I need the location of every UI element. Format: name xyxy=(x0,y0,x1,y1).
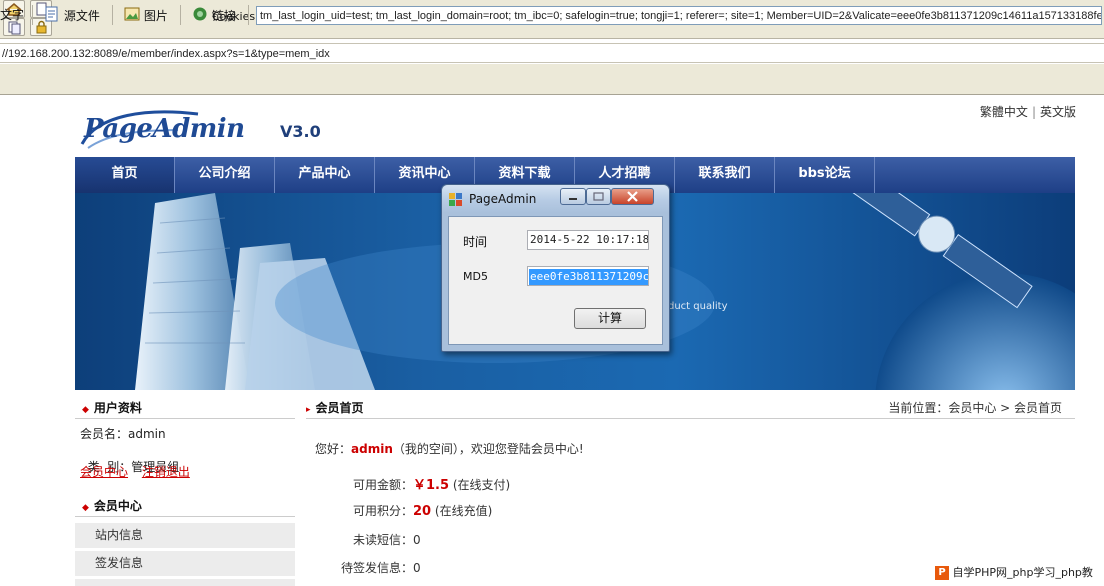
welcome-message: 您好：admin（我的空间），欢迎您登陆会员中心! xyxy=(315,440,584,457)
points-label: 可用积分： xyxy=(352,504,413,518)
english-link[interactable]: 英文版 xyxy=(1040,105,1076,119)
watermark-logo-icon: P xyxy=(935,566,949,580)
sidebar-links: 会员中心 注销退出 xyxy=(80,463,190,480)
time-field[interactable]: 2014-5-22 10:17:18 xyxy=(527,230,649,250)
profile-title-text: 用户资料 xyxy=(93,401,142,415)
online-pay-link[interactable]: (在线支付) xyxy=(453,478,510,492)
pageadmin-dialog: PageAdmin 时间 2014-5-22 10:17:18 MD5 eee0… xyxy=(441,184,670,352)
username-row: 会员名：admin xyxy=(80,425,166,442)
watermark-text: 自学PHP网_php学习_php教 xyxy=(952,566,1093,579)
toolbar-source-label: 源文件 xyxy=(63,9,100,23)
link-icon xyxy=(192,6,208,27)
breadcrumb: 当前位置：会员中心 > 会员首页 xyxy=(888,401,1062,415)
banner-text: duct quality xyxy=(668,301,728,312)
toolbar-text-label: 文字 xyxy=(0,8,25,22)
toolbar-link-label: 链接 xyxy=(211,9,236,23)
welcome-suffix: （我的空间），欢迎您登陆会员中心! xyxy=(392,442,584,456)
toolbar-separator xyxy=(112,5,113,25)
points-value: 20 xyxy=(413,504,432,519)
calculate-button[interactable]: 计算 xyxy=(574,308,646,329)
site-watermark: P 自学PHP网_php学习_php教 xyxy=(935,564,1093,582)
content-section-title: ▸ 会员首页 xyxy=(306,399,364,416)
username-label: 会员名： xyxy=(80,427,129,441)
balance-label: 可用金额： xyxy=(352,478,413,492)
sidebar-item-next[interactable] xyxy=(75,579,295,586)
welcome-prefix: 您好： xyxy=(315,442,352,456)
unread-label: 未读短信： xyxy=(352,533,413,547)
member-center-section-title: ◆ 会员中心 xyxy=(82,497,142,514)
sidebar-item-inbox[interactable]: 站内信息 xyxy=(75,523,295,548)
toolbar-separator xyxy=(180,5,181,25)
arrow-bullet-icon: ◆ xyxy=(82,503,89,513)
language-links: 繁體中文 | 英文版 xyxy=(980,103,1076,120)
toolbar-text-button[interactable]: 文字 xyxy=(0,6,24,24)
pending-value: 0 xyxy=(413,561,421,575)
address-bar[interactable]: //192.168.200.132:8089/e/member/index.as… xyxy=(0,43,1104,63)
sidebar-item-publish[interactable]: 签发信息 xyxy=(75,551,295,576)
site-logo[interactable]: PageAdmin V3.0 xyxy=(78,104,338,156)
md5-label: MD5 xyxy=(463,270,488,283)
balance-value: ￥1.5 xyxy=(413,478,450,493)
close-icon xyxy=(627,191,638,202)
logo-text: PageAdmin xyxy=(84,114,245,144)
md5-selected-text: eee0fe3b811371209c14611a157133188fee314a xyxy=(529,269,648,285)
app-icon xyxy=(449,193,463,209)
points-row: 可用积分：20 (在线充值) xyxy=(323,502,492,519)
nav-home[interactable]: 首页 xyxy=(75,157,175,193)
pending-label: 待签发信息： xyxy=(340,561,413,575)
minimize-icon xyxy=(569,198,577,200)
unread-messages-row: 未读短信：0 xyxy=(323,531,421,548)
member-center-title-text: 会员中心 xyxy=(93,499,142,513)
maximize-button[interactable] xyxy=(586,188,611,205)
profile-section-title: ◆ 用户资料 xyxy=(82,399,142,416)
dialog-body: 时间 2014-5-22 10:17:18 MD5 eee0fe3b811371… xyxy=(448,216,663,345)
balance-row: 可用金额：￥1.5 (在线支付) xyxy=(323,474,510,493)
arrow-bullet-icon: ◆ xyxy=(82,405,89,415)
toolbar-image-button[interactable]: 图片 xyxy=(124,6,168,24)
nav-contact[interactable]: 联系我们 xyxy=(675,157,775,193)
dialog-title: PageAdmin xyxy=(469,192,537,206)
nav-about[interactable]: 公司介绍 xyxy=(175,157,275,193)
toolbar-image-label: 图片 xyxy=(143,9,168,23)
divider: | xyxy=(1031,105,1036,119)
source-file-icon xyxy=(44,6,60,27)
close-button[interactable] xyxy=(611,188,654,205)
divider xyxy=(75,516,295,517)
divider xyxy=(75,418,295,419)
traditional-chinese-link[interactable]: 繁體中文 xyxy=(980,105,1028,119)
toolbar-link-button[interactable]: 链接 xyxy=(192,6,236,24)
toolbar-separator xyxy=(248,5,249,25)
toolbar-source-button[interactable]: 源文件 xyxy=(44,6,100,24)
time-label: 时间 xyxy=(463,235,488,249)
member-center-link[interactable]: 会员中心 xyxy=(80,465,128,479)
unread-value: 0 xyxy=(413,533,421,547)
nav-products[interactable]: 产品中心 xyxy=(275,157,375,193)
minimize-button[interactable] xyxy=(560,188,586,205)
maximize-icon xyxy=(593,192,604,201)
username-value: admin xyxy=(128,427,166,441)
online-recharge-link[interactable]: (在线充值) xyxy=(435,504,492,518)
logo-version: V3.0 xyxy=(280,122,321,141)
divider xyxy=(306,418,1075,419)
toolbar-separator xyxy=(32,5,33,25)
arrow-bullet-icon: ▸ xyxy=(306,405,311,415)
cookies-input[interactable]: tm_last_login_uid=test; tm_last_login_do… xyxy=(256,6,1102,25)
image-icon xyxy=(124,6,140,27)
md5-field[interactable]: eee0fe3b811371209c14611a157133188fee314a xyxy=(527,266,649,286)
nav-bbs[interactable]: bbs论坛 xyxy=(775,157,875,193)
logout-link[interactable]: 注销退出 xyxy=(142,465,190,479)
pending-row: 待签发信息：0 xyxy=(323,559,421,576)
welcome-username: admin xyxy=(351,442,393,456)
content-title-text: 会员首页 xyxy=(315,401,364,415)
view-toolbar xyxy=(0,64,1104,95)
